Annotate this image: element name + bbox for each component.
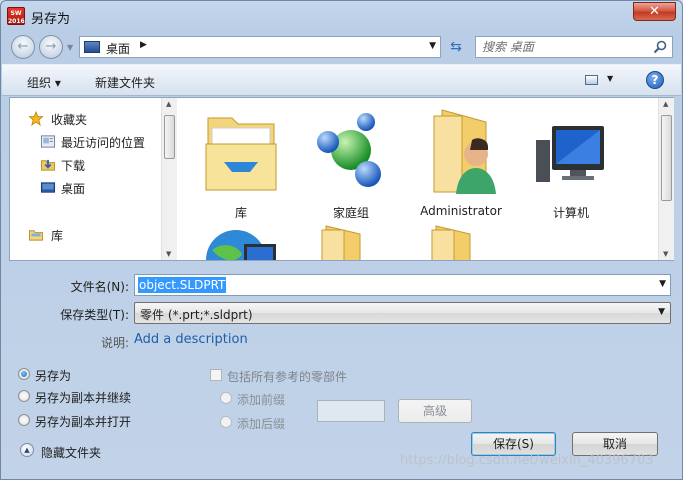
filename-input[interactable]: object.SLDPRT ▼ xyxy=(134,274,671,296)
save-as-dialog: SW 2016 另存为 ✕ ← → ▼ 桌面 ▶ ▼ ⇆ 组织 ▾ 新建文件夹 … xyxy=(0,0,683,480)
refresh-button[interactable]: ⇆ xyxy=(445,36,467,58)
watermark-text: https://blog.csdn.net/weixin_40396703 xyxy=(400,453,654,468)
star-icon xyxy=(28,111,44,126)
command-bar: 组织 ▾ 新建文件夹 ▼ ? xyxy=(2,64,681,96)
chevron-up-icon: ▲ xyxy=(20,443,34,457)
chevron-down-icon: ▼ xyxy=(607,74,614,83)
nav-item-label: 收藏夹 xyxy=(51,113,88,127)
scroll-down-icon[interactable]: ▼ xyxy=(663,250,668,258)
file-item-folder[interactable] xyxy=(296,214,406,260)
app-badge: SW 2016 xyxy=(8,10,25,25)
file-browser: 收藏夹 最近访问的位置 下载 桌面 库 ▲ ▼ 库 家庭组 Administra… xyxy=(9,97,674,261)
computer-icon xyxy=(536,126,604,182)
close-icon: ✕ xyxy=(649,4,660,19)
downloads-icon xyxy=(40,159,56,171)
radio-label: 添加后缀 xyxy=(237,417,286,431)
file-list: 库 家庭组 Administrator 计算机 xyxy=(178,98,658,260)
prefix-suffix-field[interactable] xyxy=(317,400,385,422)
title-bar: SW 2016 另存为 ✕ xyxy=(1,1,682,31)
organize-button[interactable]: 组织 ▾ xyxy=(27,74,61,91)
solidworks-icon: SW 2016 xyxy=(7,7,25,25)
folder-icon xyxy=(321,225,361,260)
search-input[interactable] xyxy=(482,39,652,55)
radio-indicator[interactable] xyxy=(18,390,30,402)
filetype-value: 零件 (*.prt;*.sldprt) xyxy=(140,308,253,322)
help-icon: ? xyxy=(651,73,659,87)
help-button[interactable]: ? xyxy=(646,71,664,89)
view-options-button[interactable]: ▼ xyxy=(585,74,615,88)
forward-button[interactable]: → xyxy=(39,35,63,59)
radio-indicator[interactable] xyxy=(220,392,232,404)
file-list-scrollbar[interactable]: ▲ ▼ xyxy=(658,98,674,260)
filetype-select[interactable]: 零件 (*.prt;*.sldprt) ▼ xyxy=(134,302,671,324)
window-title: 另存为 xyxy=(31,12,71,27)
recent-places-icon xyxy=(40,135,56,148)
scroll-up-icon[interactable]: ▲ xyxy=(663,100,668,108)
filename-label: 文件名(N): xyxy=(70,280,129,294)
chevron-down-icon: ▼ xyxy=(658,307,665,317)
radio-indicator[interactable] xyxy=(18,414,30,426)
file-item-label: 计算机 xyxy=(552,206,589,220)
library-folder-icon xyxy=(205,117,277,191)
network-icon xyxy=(206,230,276,260)
nav-pane-scrollbar[interactable]: ▲ ▼ xyxy=(161,98,177,260)
search-icon[interactable] xyxy=(652,39,668,55)
address-bar[interactable]: 桌面 ▶ ▼ xyxy=(79,36,441,58)
close-button[interactable]: ✕ xyxy=(633,2,676,21)
forward-arrow-icon: → xyxy=(45,39,57,54)
nav-item-label: 库 xyxy=(51,229,64,243)
desktop-icon xyxy=(84,41,100,53)
nav-item-label: 最近访问的位置 xyxy=(61,136,146,150)
filetype-label: 保存类型(T): xyxy=(60,308,129,322)
view-icon xyxy=(585,75,598,85)
radio-label: 添加前缀 xyxy=(237,393,286,407)
chevron-right-icon[interactable]: ▶ xyxy=(140,40,147,50)
desktop-icon xyxy=(40,182,56,193)
filename-value[interactable]: object.SLDPRT xyxy=(138,277,227,293)
file-item-homegroup[interactable]: 家庭组 xyxy=(296,98,406,220)
radio-label: 另存为 xyxy=(35,369,72,383)
homegroup-icon xyxy=(317,113,381,187)
recent-locations-dropdown[interactable]: ▼ xyxy=(67,43,73,52)
scrollbar-thumb[interactable] xyxy=(164,115,175,159)
radio-indicator[interactable] xyxy=(220,416,232,428)
radio-indicator[interactable] xyxy=(18,368,30,380)
back-button[interactable]: ← xyxy=(11,35,35,59)
library-icon xyxy=(28,230,44,241)
scrollbar-thumb[interactable] xyxy=(661,115,672,201)
radio-label: 另存为副本并打开 xyxy=(35,415,132,429)
scroll-down-icon[interactable]: ▼ xyxy=(166,250,171,258)
user-folder-icon xyxy=(433,109,496,194)
description-label: 说明: xyxy=(100,336,129,350)
file-item-computer[interactable]: 计算机 xyxy=(516,98,626,220)
checkbox-label: 包括所有参考的零部件 xyxy=(227,370,348,384)
scroll-up-icon[interactable]: ▲ xyxy=(166,100,171,108)
add-description-link[interactable]: Add a description xyxy=(134,332,248,347)
address-location[interactable]: 桌面 xyxy=(106,40,130,57)
nav-item-label: 桌面 xyxy=(61,182,86,196)
new-folder-button[interactable]: 新建文件夹 xyxy=(95,74,155,91)
chevron-down-icon[interactable]: ▼ xyxy=(429,41,436,51)
nav-item-label: 下载 xyxy=(61,159,86,173)
radio-label: 另存为副本并继续 xyxy=(35,391,132,405)
folder-icon xyxy=(431,225,471,260)
file-item-network[interactable] xyxy=(186,214,296,260)
file-item-library[interactable]: 库 xyxy=(186,98,296,220)
back-arrow-icon: ← xyxy=(17,39,29,54)
advanced-button[interactable]: 高级 xyxy=(398,399,472,423)
hide-folders-label: 隐藏文件夹 xyxy=(41,446,102,460)
file-item-administrator[interactable]: Administrator xyxy=(406,98,516,218)
refresh-icon: ⇆ xyxy=(450,39,462,55)
file-item-folder[interactable] xyxy=(406,214,516,260)
search-box[interactable] xyxy=(475,36,673,58)
checkbox-indicator[interactable] xyxy=(210,369,222,381)
chevron-down-icon[interactable]: ▼ xyxy=(659,279,666,289)
navigation-pane: 收藏夹 最近访问的位置 下载 桌面 库 xyxy=(10,98,160,260)
